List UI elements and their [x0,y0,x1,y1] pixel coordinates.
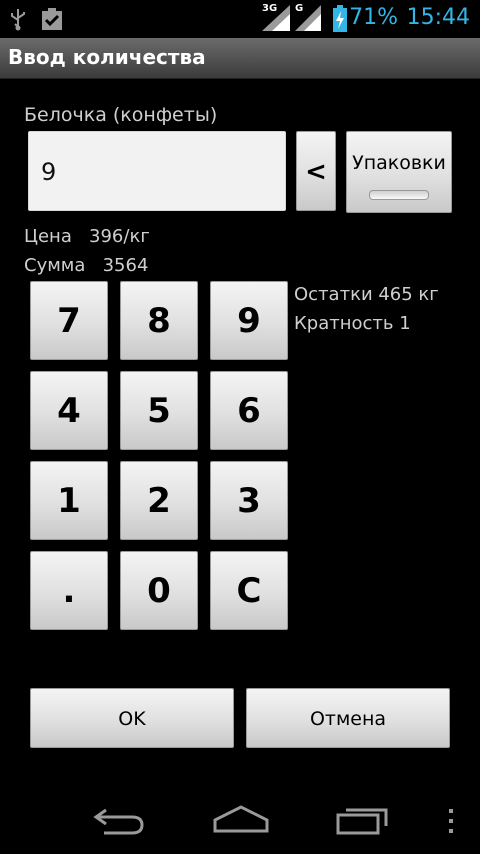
backspace-button[interactable]: < [296,131,336,211]
battery-charging-icon [332,5,348,37]
key-0[interactable]: 0 [120,551,198,630]
key-6[interactable]: 6 [210,371,288,450]
key-4[interactable]: 4 [30,371,108,450]
navigation-bar [0,784,480,854]
sum-label: Сумма [24,255,86,276]
packages-toggle-button[interactable]: Упаковки [346,131,452,213]
overflow-menu-icon[interactable] [446,808,456,838]
ok-button[interactable]: OK [30,688,234,748]
clipboard-check-icon [40,7,64,35]
key-3[interactable]: 3 [210,461,288,540]
signal-3g-icon: 3G [262,3,292,35]
key-7[interactable]: 7 [30,281,108,360]
sum-row: Сумма 3564 [24,255,148,276]
network-g-label: G [295,3,304,14]
quantity-input[interactable]: 9 [28,131,286,211]
price-label: Цена [24,226,72,247]
key-clear[interactable]: C [210,551,288,630]
status-bar: 3G G 71% 15:44 [0,0,480,38]
product-name: Белочка (конфеты) [24,104,218,126]
stock-text: Остатки 465 кг [294,284,439,305]
multiplicity-text: Кратность 1 [294,313,411,334]
battery-percent: 71% [349,5,398,30]
clock: 15:44 [406,5,470,30]
back-icon[interactable] [92,804,148,840]
key-1[interactable]: 1 [30,461,108,540]
quantity-value: 9 [41,158,57,186]
cancel-button[interactable]: Отмена [246,688,450,748]
toggle-indicator [369,190,429,200]
home-icon[interactable] [212,804,270,838]
sum-value: 3564 [102,255,149,276]
key-8[interactable]: 8 [120,281,198,360]
key-dot[interactable]: . [30,551,108,630]
key-5[interactable]: 5 [120,371,198,450]
signal-g-icon: G [295,3,323,35]
page-title: Ввод количества [8,45,206,69]
title-bar: Ввод количества [0,38,480,79]
network-3g-label: 3G [262,3,278,14]
price-value: 396/кг [89,226,150,247]
packages-label: Упаковки [352,152,446,174]
key-2[interactable]: 2 [120,461,198,540]
usb-icon [8,7,28,35]
recent-apps-icon[interactable] [334,804,390,840]
price-row: Цена 396/кг [24,226,150,247]
key-9[interactable]: 9 [210,281,288,360]
